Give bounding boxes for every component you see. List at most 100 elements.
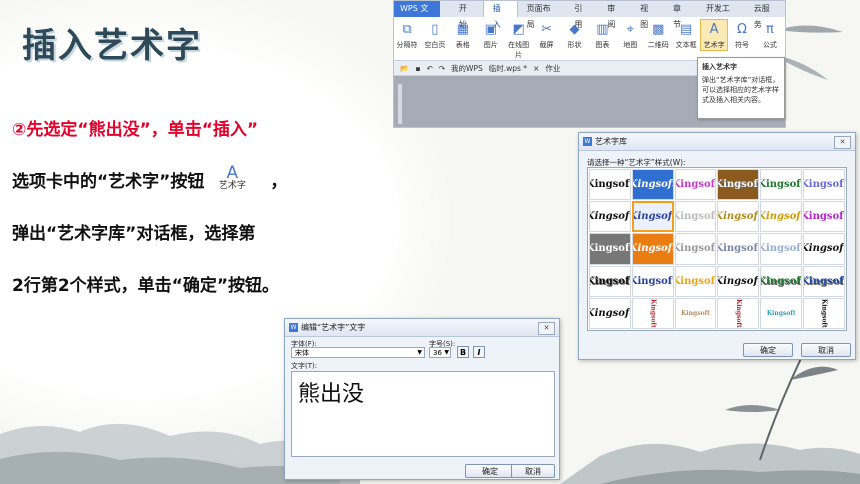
table-icon: ▦ [456, 22, 469, 37]
wordart-style-cell-r4-c4[interactable]: Kingsoft [717, 265, 760, 297]
edit-ok-button[interactable]: 确定 [465, 464, 515, 478]
doc-tab-close-icon[interactable]: × [533, 64, 539, 73]
table-button[interactable]: ▦ 表格 [450, 20, 476, 50]
close-icon[interactable]: ✕ [834, 136, 851, 149]
wordart-style-cell-r1-c6[interactable]: Kingsoft [803, 169, 845, 201]
doc-tab-homework[interactable]: 作业 [545, 63, 560, 74]
wordart-style-cell-r3-c2[interactable]: Kingsoft [631, 233, 674, 265]
font-select[interactable]: 宋体 ▼ [291, 347, 425, 358]
wordart-style-cell-r1-c2[interactable]: Kingsoft [631, 169, 674, 201]
tab-review[interactable]: 审阅 [598, 1, 631, 29]
shape-button[interactable]: ◆ 形状 [562, 20, 588, 50]
blank-page-icon: ▯ [431, 22, 439, 37]
slide-title: 插入艺术字 [22, 26, 202, 66]
qrcode-button[interactable]: ▩ 二维码 [645, 20, 671, 50]
wordart-style-cell-r4-c5[interactable]: Kingsoft [760, 265, 803, 297]
wordart-style-cell-r3-c4[interactable]: Kingsoft [717, 233, 760, 265]
omega-icon: Ω [737, 22, 747, 37]
wordart-text-input[interactable]: 熊出没 [291, 371, 555, 457]
page-break-button[interactable]: ⧉ 分隔符 [394, 20, 420, 50]
wordart-button-icon: A 艺术字 [218, 163, 246, 192]
chevron-down-icon: ▼ [417, 349, 422, 356]
wordart-style-cell-r1-c4[interactable]: Kingsoft [717, 169, 760, 201]
screenshot-button[interactable]: ✂ 截屏 [534, 20, 560, 50]
tab-cloud[interactable]: 云服务 [745, 1, 785, 29]
vertical-ruler [398, 84, 402, 124]
size-select[interactable]: 36 ▼ [429, 347, 451, 358]
tab-view[interactable]: 视图 [631, 1, 664, 29]
map-button[interactable]: ⌖ 地图 [617, 20, 643, 50]
ok-button[interactable]: 确定 [743, 343, 793, 357]
chart-button[interactable]: ▥ 图表 [589, 20, 615, 50]
picture-icon: ▣ [484, 22, 497, 37]
wordart-style-cell-r2-c2[interactable]: Kingsoft [631, 201, 674, 233]
edit-wordart-dialog: W 编辑“艺术字”文字 ✕ 字体(F): 宋体 ▼ 字号(S): 36 ▼ B I … [284, 318, 560, 480]
tab-insert[interactable]: 插入 [482, 1, 518, 29]
save-icon[interactable]: ▪ [415, 64, 420, 73]
wordart-style-cell-r1-c3[interactable]: Kingsoft [674, 169, 717, 201]
edit-cancel-button[interactable]: 取消 [511, 464, 555, 478]
wordart-style-cell-r2-c3[interactable]: Kingsoft [674, 201, 717, 233]
redo-icon[interactable]: ↷ [439, 64, 445, 73]
online-picture-button[interactable]: ◩ 在线图片 [506, 20, 532, 60]
italic-button[interactable]: I [473, 346, 485, 358]
wordart-style-cell-r5-c2[interactable]: Kingsoft [631, 297, 674, 329]
textbox-icon: ▤ [680, 22, 693, 37]
cancel-button[interactable]: 取消 [801, 343, 851, 357]
wordart-button[interactable]: A 艺术字 [700, 19, 729, 51]
bold-button[interactable]: B [457, 346, 469, 358]
wordart-style-cell-r4-c6[interactable]: Kingsoft [803, 265, 845, 297]
tab-reference[interactable]: 引用 [565, 1, 598, 29]
wordart-style-cell-r2-c4[interactable]: Kingsoft [717, 201, 760, 233]
wordart-style-cell-r3-c5[interactable]: Kingsoft [760, 233, 803, 265]
wordart-icon: A [709, 22, 719, 37]
wordart-style-cell-r1-c5[interactable]: Kingsoft [760, 169, 803, 201]
close-icon[interactable]: ✕ [538, 322, 555, 335]
undo-icon[interactable]: ↶ [426, 64, 432, 73]
wordart-style-cell-r5-c3[interactable]: Kingsoft [674, 297, 717, 329]
wps-app-button[interactable]: WPS 文字 [394, 1, 440, 29]
wordart-style-cell-r5-c5[interactable]: Kingsoft [760, 297, 803, 329]
tab-home[interactable]: 开始 [450, 1, 483, 29]
tab-developer[interactable]: 开发工具 [697, 1, 745, 29]
blank-page-button[interactable]: ▯ 空白页 [422, 20, 448, 50]
scissors-icon: ✂ [541, 22, 553, 37]
wordart-style-cell-r2-c1[interactable]: Kingsoft [589, 201, 631, 233]
doc-tab-temp[interactable]: 临时.wps * [489, 63, 527, 74]
wordart-style-cell-r5-c6[interactable]: Kingsoft [803, 297, 845, 329]
size-value: 36 [433, 349, 442, 357]
instruction-line-2: 选项卡中的“艺术字”按钮 [12, 172, 205, 192]
tab-page-layout[interactable]: 页面布局 [518, 1, 566, 29]
wordart-style-cell-r2-c5[interactable]: Kingsoft [760, 201, 803, 233]
instruction-line-4: 2行第2个样式，单击“确定”按钮。 [12, 276, 280, 296]
tooltip-title: 插入艺术字 [702, 63, 737, 71]
wordart-gallery-dialog: W 艺术字库 ✕ 请选择一种“艺术字”样式(W): KingsoftKingso… [578, 132, 856, 360]
instruction-line-1: 先选定“熊出没”，单击“插入” [26, 120, 259, 140]
gallery-title: 艺术字库 [595, 137, 627, 146]
folder-icon[interactable]: 📂 [400, 64, 409, 73]
wps-logo-icon: W [583, 137, 592, 146]
wordart-style-cell-r3-c6[interactable]: Kingsoft [803, 233, 845, 265]
wordart-style-cell-r4-c1[interactable]: Kingsoft [589, 265, 631, 297]
wordart-style-cell-r4-c3[interactable]: Kingsoft [674, 265, 717, 297]
wordart-style-cell-r5-c4[interactable]: Kingsoft [717, 297, 760, 329]
symbol-button[interactable]: Ω 符号 [729, 20, 755, 50]
wordart-style-cell-r3-c3[interactable]: Kingsoft [674, 233, 717, 265]
textbox-button[interactable]: ▤ 文本框 [673, 20, 699, 50]
wordart-style-cell-r1-c1[interactable]: Kingsoft [589, 169, 631, 201]
instruction-comma: ， [270, 172, 288, 192]
pi-icon: π [766, 22, 774, 37]
wordart-style-cell-r5-c1[interactable]: Kingsoft [589, 297, 631, 329]
formula-button[interactable]: π 公式 [757, 20, 783, 50]
tooltip-body: 弹出“艺术字库”对话框，可以选择相应的艺术字样式及插入相关内容。 [702, 76, 780, 104]
wordart-style-cell-r3-c1[interactable]: Kingsoft [589, 233, 631, 265]
font-value: 宋体 [295, 349, 309, 357]
doc-tab-my-wps[interactable]: 我的WPS [451, 63, 483, 74]
tab-chapter[interactable]: 章节 [664, 1, 697, 29]
wordart-style-cell-r4-c2[interactable]: Kingsoft [631, 265, 674, 297]
page-break-icon: ⧉ [402, 22, 412, 37]
ribbon-tab-bar: WPS 文字 开始 插入 页面布局 引用 审阅 视图 章节 开发工具 云服务 [394, 1, 785, 29]
wordart-style-cell-r2-c6[interactable]: Kingsoft [803, 201, 845, 233]
picture-button[interactable]: ▣ 图片 [478, 20, 504, 50]
wps-logo-icon: W [289, 323, 298, 332]
